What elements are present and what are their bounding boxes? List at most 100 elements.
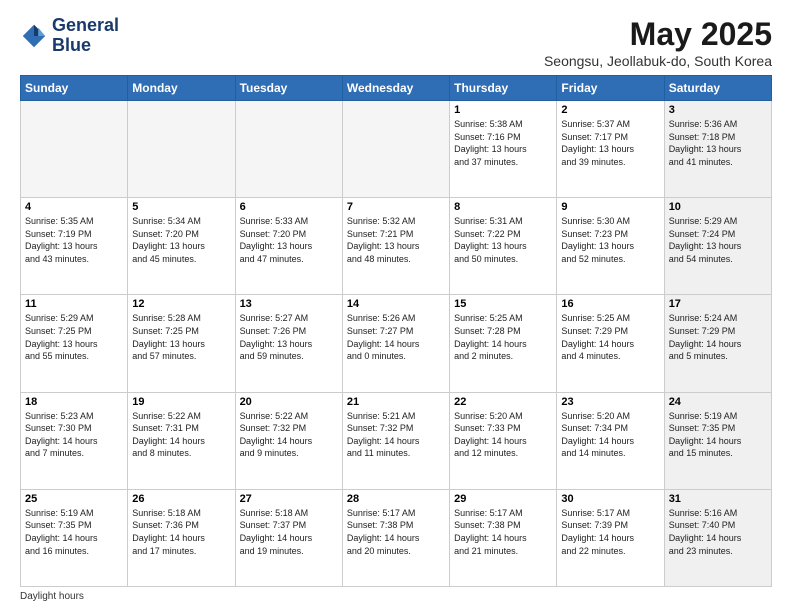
- page: General Blue May 2025 Seongsu, Jeollabuk…: [0, 0, 792, 612]
- day-number: 29: [454, 493, 552, 505]
- calendar-cell: 19Sunrise: 5:22 AM Sunset: 7:31 PM Dayli…: [128, 392, 235, 489]
- calendar-header-wednesday: Wednesday: [342, 76, 449, 101]
- calendar-cell: 3 Sunrise: 5:36 AM Sunset: 7:18 PM Daylig…: [664, 101, 771, 198]
- day-info: Sunrise: 5:18 AM Sunset: 7:36 PM Dayligh…: [132, 507, 230, 557]
- calendar-cell: 8Sunrise: 5:31 AM Sunset: 7:22 PM Daylig…: [450, 198, 557, 295]
- day-number: 17: [669, 298, 767, 310]
- day-info: Sunrise: 5:16 AM Sunset: 7:40 PM Dayligh…: [669, 507, 767, 557]
- calendar-cell: 31 Sunrise: 5:16 AM Sunset: 7:40 PM Dayli…: [664, 489, 771, 586]
- day-number: 28: [347, 493, 445, 505]
- calendar-cell: 6 Sunrise: 5:33 AM Sunset: 7:20 PM Daylig…: [235, 198, 342, 295]
- calendar-week-row: 11 Sunrise: 5:29 AM Sunset: 7:25 PM Dayli…: [21, 295, 772, 392]
- day-number: 16: [561, 298, 659, 310]
- calendar-header-friday: Friday: [557, 76, 664, 101]
- day-number: 15: [454, 298, 552, 310]
- calendar-week-row: 4Sunrise: 5:35 AM Sunset: 7:19 PM Daylig…: [21, 198, 772, 295]
- day-number: 21: [347, 396, 445, 408]
- calendar-cell: 18 Sunrise: 5:23 AM Sunset: 7:30 PM Dayli…: [21, 392, 128, 489]
- day-number: 14: [347, 298, 445, 310]
- day-info: Sunrise: 5:21 AM Sunset: 7:32 PM Dayligh…: [347, 410, 445, 460]
- calendar-cell: 26 Sunrise: 5:18 AM Sunset: 7:36 PM Dayli…: [128, 489, 235, 586]
- calendar-cell: 20 Sunrise: 5:22 AM Sunset: 7:32 PM Dayli…: [235, 392, 342, 489]
- calendar-week-row: 18 Sunrise: 5:23 AM Sunset: 7:30 PM Dayli…: [21, 392, 772, 489]
- day-info: Sunrise: 5:33 AM Sunset: 7:20 PM Dayligh…: [240, 215, 338, 265]
- calendar-cell: 21 Sunrise: 5:21 AM Sunset: 7:32 PM Dayli…: [342, 392, 449, 489]
- day-number: 22: [454, 396, 552, 408]
- day-number: 3: [669, 104, 767, 116]
- calendar-cell: 29 Sunrise: 5:17 AM Sunset: 7:38 PM Dayli…: [450, 489, 557, 586]
- day-info: Sunrise: 5:22 AM Sunset: 7:32 PM Dayligh…: [240, 410, 338, 460]
- day-info: Sunrise: 5:17 AM Sunset: 7:39 PM Dayligh…: [561, 507, 659, 557]
- calendar-header-monday: Monday: [128, 76, 235, 101]
- day-number: 26: [132, 493, 230, 505]
- day-number: 31: [669, 493, 767, 505]
- day-number: 8: [454, 201, 552, 213]
- day-info: Sunrise: 5:20 AM Sunset: 7:34 PM Dayligh…: [561, 410, 659, 460]
- day-info: Sunrise: 5:34 AM Sunset: 7:20 PM Dayligh…: [132, 215, 230, 265]
- day-info: Sunrise: 5:24 AM Sunset: 7:29 PM Dayligh…: [669, 312, 767, 362]
- calendar-cell: 17 Sunrise: 5:24 AM Sunset: 7:29 PM Dayli…: [664, 295, 771, 392]
- day-info: Sunrise: 5:17 AM Sunset: 7:38 PM Dayligh…: [347, 507, 445, 557]
- month-title: May 2025: [544, 16, 772, 53]
- day-number: 20: [240, 396, 338, 408]
- calendar-cell: 30 Sunrise: 5:17 AM Sunset: 7:39 PM Dayli…: [557, 489, 664, 586]
- day-number: 23: [561, 396, 659, 408]
- logo-text: General Blue: [52, 16, 119, 56]
- day-number: 30: [561, 493, 659, 505]
- day-number: 13: [240, 298, 338, 310]
- day-info: Sunrise: 5:25 AM Sunset: 7:28 PM Dayligh…: [454, 312, 552, 362]
- calendar-week-row: 1Sunrise: 5:38 AM Sunset: 7:16 PM Daylig…: [21, 101, 772, 198]
- footer-text: Daylight hours: [20, 591, 84, 602]
- calendar-cell: 28 Sunrise: 5:17 AM Sunset: 7:38 PM Dayli…: [342, 489, 449, 586]
- day-number: 12: [132, 298, 230, 310]
- day-number: 25: [25, 493, 123, 505]
- calendar-cell: 24Sunrise: 5:19 AM Sunset: 7:35 PM Dayli…: [664, 392, 771, 489]
- day-info: Sunrise: 5:27 AM Sunset: 7:26 PM Dayligh…: [240, 312, 338, 362]
- day-info: Sunrise: 5:35 AM Sunset: 7:19 PM Dayligh…: [25, 215, 123, 265]
- day-number: 10: [669, 201, 767, 213]
- day-info: Sunrise: 5:29 AM Sunset: 7:25 PM Dayligh…: [25, 312, 123, 362]
- day-number: 6: [240, 201, 338, 213]
- calendar-cell: [342, 101, 449, 198]
- calendar-cell: 7Sunrise: 5:32 AM Sunset: 7:21 PM Daylig…: [342, 198, 449, 295]
- day-number: 19: [132, 396, 230, 408]
- day-number: 2: [561, 104, 659, 116]
- calendar-header-tuesday: Tuesday: [235, 76, 342, 101]
- calendar-cell: 1Sunrise: 5:38 AM Sunset: 7:16 PM Daylig…: [450, 101, 557, 198]
- day-number: 24: [669, 396, 767, 408]
- calendar-cell: 5 Sunrise: 5:34 AM Sunset: 7:20 PM Daylig…: [128, 198, 235, 295]
- day-number: 27: [240, 493, 338, 505]
- day-number: 5: [132, 201, 230, 213]
- footer: Daylight hours: [20, 591, 772, 602]
- day-info: Sunrise: 5:17 AM Sunset: 7:38 PM Dayligh…: [454, 507, 552, 557]
- calendar-cell: 12 Sunrise: 5:28 AM Sunset: 7:25 PM Dayli…: [128, 295, 235, 392]
- calendar-header-sunday: Sunday: [21, 76, 128, 101]
- day-info: Sunrise: 5:28 AM Sunset: 7:25 PM Dayligh…: [132, 312, 230, 362]
- calendar-cell: 2 Sunrise: 5:37 AM Sunset: 7:17 PM Daylig…: [557, 101, 664, 198]
- calendar-cell: 16 Sunrise: 5:25 AM Sunset: 7:29 PM Dayli…: [557, 295, 664, 392]
- day-info: Sunrise: 5:23 AM Sunset: 7:30 PM Dayligh…: [25, 410, 123, 460]
- calendar-cell: [21, 101, 128, 198]
- calendar-cell: 23 Sunrise: 5:20 AM Sunset: 7:34 PM Dayli…: [557, 392, 664, 489]
- logo: General Blue: [20, 16, 119, 56]
- day-info: Sunrise: 5:36 AM Sunset: 7:18 PM Dayligh…: [669, 118, 767, 168]
- day-number: 11: [25, 298, 123, 310]
- calendar-cell: 15 Sunrise: 5:25 AM Sunset: 7:28 PM Dayli…: [450, 295, 557, 392]
- day-info: Sunrise: 5:32 AM Sunset: 7:21 PM Dayligh…: [347, 215, 445, 265]
- day-number: 18: [25, 396, 123, 408]
- logo-icon: [20, 22, 48, 50]
- day-info: Sunrise: 5:38 AM Sunset: 7:16 PM Dayligh…: [454, 118, 552, 168]
- day-info: Sunrise: 5:18 AM Sunset: 7:37 PM Dayligh…: [240, 507, 338, 557]
- calendar-cell: 11 Sunrise: 5:29 AM Sunset: 7:25 PM Dayli…: [21, 295, 128, 392]
- header: General Blue May 2025 Seongsu, Jeollabuk…: [20, 16, 772, 69]
- calendar-cell: 13 Sunrise: 5:27 AM Sunset: 7:26 PM Dayli…: [235, 295, 342, 392]
- calendar-header-thursday: Thursday: [450, 76, 557, 101]
- day-info: Sunrise: 5:25 AM Sunset: 7:29 PM Dayligh…: [561, 312, 659, 362]
- location: Seongsu, Jeollabuk-do, South Korea: [544, 53, 772, 69]
- day-info: Sunrise: 5:37 AM Sunset: 7:17 PM Dayligh…: [561, 118, 659, 168]
- day-info: Sunrise: 5:20 AM Sunset: 7:33 PM Dayligh…: [454, 410, 552, 460]
- calendar-cell: 22 Sunrise: 5:20 AM Sunset: 7:33 PM Dayli…: [450, 392, 557, 489]
- day-number: 9: [561, 201, 659, 213]
- calendar-cell: 25Sunrise: 5:19 AM Sunset: 7:35 PM Dayli…: [21, 489, 128, 586]
- calendar-cell: 10Sunrise: 5:29 AM Sunset: 7:24 PM Dayli…: [664, 198, 771, 295]
